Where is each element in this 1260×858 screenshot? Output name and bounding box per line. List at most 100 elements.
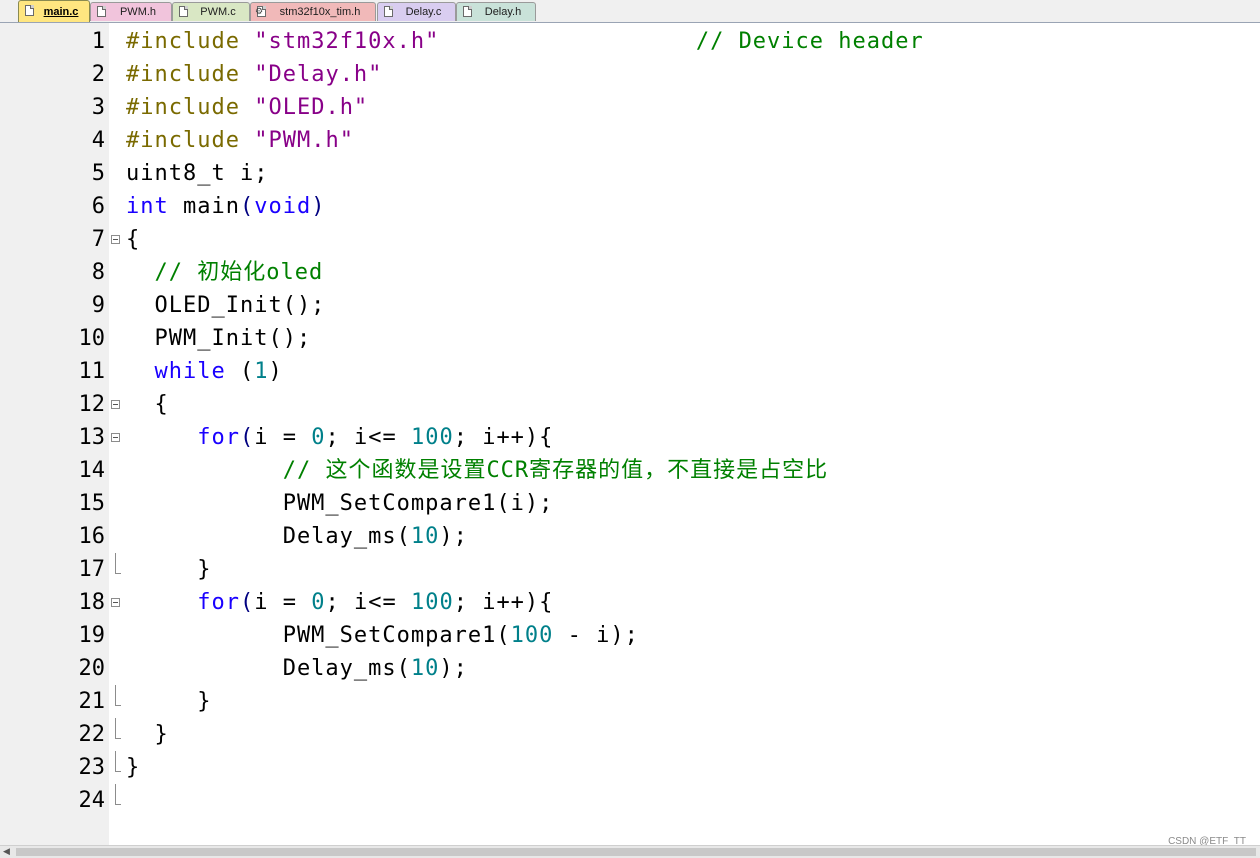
tab-main-c[interactable]: main.c bbox=[18, 0, 90, 22]
code-line[interactable]: 4 #include "PWM.h" bbox=[0, 124, 1260, 157]
code-text[interactable]: // 初始化oled bbox=[126, 256, 323, 289]
code-token: 0 bbox=[311, 425, 326, 450]
code-line[interactable]: 11 while (1) bbox=[0, 355, 1260, 388]
code-token: Delay_ms( bbox=[126, 656, 411, 681]
code-text[interactable]: for(i = 0; i<= 100; i++){ bbox=[126, 421, 553, 454]
scrollbar-thumb[interactable] bbox=[16, 848, 1256, 856]
code-text[interactable]: // 这个函数是设置CCR寄存器的值，不直接是占空比 bbox=[126, 454, 828, 487]
code-line[interactable]: 21 } bbox=[0, 685, 1260, 718]
code-line[interactable]: 20 Delay_ms(10); bbox=[0, 652, 1260, 685]
code-line[interactable]: 7{ bbox=[0, 223, 1260, 256]
fold-collapse-icon[interactable] bbox=[111, 400, 120, 409]
code-line[interactable]: 22 } bbox=[0, 718, 1260, 751]
line-number: 20 bbox=[78, 656, 106, 681]
code-line[interactable]: 6 int main(void) bbox=[0, 190, 1260, 223]
code-line[interactable]: 12 { bbox=[0, 388, 1260, 421]
code-line[interactable]: 9 OLED_Init(); bbox=[0, 289, 1260, 322]
code-line[interactable]: 5 uint8_t i; bbox=[0, 157, 1260, 190]
line-number: 2 bbox=[91, 62, 105, 87]
code-token: ); bbox=[439, 656, 468, 681]
code-token: { bbox=[126, 227, 141, 252]
code-token: #include bbox=[126, 29, 255, 54]
code-line[interactable]: 2 #include "Delay.h" bbox=[0, 58, 1260, 91]
code-line[interactable]: 16 Delay_ms(10); bbox=[0, 520, 1260, 553]
code-token: 100 bbox=[510, 623, 554, 648]
code-line[interactable]: 23} bbox=[0, 751, 1260, 784]
code-token: } bbox=[126, 557, 212, 582]
tab-pwm-c[interactable]: PWM.c bbox=[172, 2, 250, 21]
code-editor[interactable]: 1 #include "stm32f10x.h" // Device header… bbox=[0, 23, 1260, 845]
code-text[interactable]: #include "OLED.h" bbox=[126, 91, 368, 124]
line-number: 5 bbox=[91, 161, 105, 186]
code-token: ); bbox=[439, 524, 468, 549]
code-text[interactable]: { bbox=[126, 388, 169, 421]
code-token: i = bbox=[254, 590, 312, 615]
code-text[interactable]: Delay_ms(10); bbox=[126, 520, 468, 553]
fold-collapse-icon[interactable] bbox=[111, 235, 120, 244]
line-number: 17 bbox=[78, 557, 106, 582]
code-text[interactable]: } bbox=[126, 553, 211, 586]
code-line[interactable]: 24 bbox=[0, 784, 1260, 817]
code-token: 0 bbox=[311, 590, 326, 615]
line-number: 23 bbox=[78, 755, 106, 780]
fold-collapse-icon[interactable] bbox=[111, 433, 120, 442]
code-text[interactable]: } bbox=[126, 751, 140, 784]
horizontal-scrollbar[interactable]: ◀ bbox=[0, 845, 1260, 858]
code-token: ; i<= bbox=[325, 590, 411, 615]
code-token: ( bbox=[239, 194, 255, 219]
line-number: 13 bbox=[78, 425, 106, 450]
line-number: 15 bbox=[78, 491, 106, 516]
tab-delay-c[interactable]: Delay.c bbox=[377, 2, 456, 21]
code-text[interactable]: #include "stm32f10x.h" // Device header bbox=[126, 25, 924, 58]
code-line[interactable]: 17 } bbox=[0, 553, 1260, 586]
code-line[interactable]: 19 PWM_SetCompare1(100 - i); bbox=[0, 619, 1260, 652]
fold-end-marker-icon bbox=[115, 718, 121, 739]
code-text[interactable]: Delay_ms(10); bbox=[126, 652, 468, 685]
code-token: ( bbox=[239, 590, 255, 615]
code-token: ( bbox=[239, 425, 255, 450]
line-number: 1 bbox=[91, 29, 105, 54]
code-token: #include bbox=[126, 128, 255, 153]
tab-pwm-h[interactable]: PWM.h bbox=[90, 2, 172, 21]
code-text[interactable]: while (1) bbox=[126, 355, 283, 388]
tab-stm32f10x-tim-h[interactable]: stm32f10x_tim.h bbox=[250, 2, 376, 21]
code-token: i = bbox=[254, 425, 312, 450]
code-text[interactable]: int main(void) bbox=[126, 190, 325, 223]
code-line[interactable]: 3 #include "OLED.h" bbox=[0, 91, 1260, 124]
tab-label: Delay.c bbox=[405, 6, 442, 18]
code-text[interactable]: { bbox=[126, 223, 140, 256]
code-text[interactable]: #include "Delay.h" bbox=[126, 58, 382, 91]
code-text[interactable]: PWM_SetCompare1(100 - i); bbox=[126, 619, 639, 652]
code-token: } bbox=[126, 755, 141, 780]
line-number: 7 bbox=[91, 227, 105, 252]
code-text[interactable]: for(i = 0; i<= 100; i++){ bbox=[126, 586, 553, 619]
code-line[interactable]: 1 #include "stm32f10x.h" // Device header bbox=[0, 25, 1260, 58]
line-number: 14 bbox=[78, 458, 106, 483]
code-text[interactable]: PWM_Init(); bbox=[126, 322, 311, 355]
line-number: 4 bbox=[91, 128, 105, 153]
code-line[interactable]: 14 // 这个函数是设置CCR寄存器的值，不直接是占空比 bbox=[0, 454, 1260, 487]
code-token: "OLED.h" bbox=[254, 95, 369, 120]
code-text[interactable]: #include "PWM.h" bbox=[126, 124, 354, 157]
code-line[interactable]: 15 PWM_SetCompare1(i); bbox=[0, 487, 1260, 520]
code-line[interactable]: 18 for(i = 0; i<= 100; i++){ bbox=[0, 586, 1260, 619]
code-token: 100 bbox=[410, 425, 454, 450]
code-text[interactable]: OLED_Init(); bbox=[126, 289, 325, 322]
code-text[interactable]: } bbox=[126, 685, 211, 718]
code-text[interactable]: PWM_SetCompare1(i); bbox=[126, 487, 553, 520]
fold-end-marker-icon bbox=[115, 751, 121, 772]
code-text[interactable]: } bbox=[126, 718, 169, 751]
line-number: 8 bbox=[91, 260, 105, 285]
code-line[interactable]: 10 PWM_Init(); bbox=[0, 322, 1260, 355]
scroll-left-arrow-icon[interactable]: ◀ bbox=[3, 846, 10, 858]
code-token: Delay_ms( bbox=[126, 524, 411, 549]
fold-collapse-icon[interactable] bbox=[111, 598, 120, 607]
code-line[interactable]: 13 for(i = 0; i<= 100; i++){ bbox=[0, 421, 1260, 454]
tab-label: Delay.h bbox=[484, 6, 522, 18]
code-line[interactable]: 8 // 初始化oled bbox=[0, 256, 1260, 289]
tab-delay-h[interactable]: Delay.h bbox=[456, 2, 536, 21]
line-number: 21 bbox=[78, 689, 106, 714]
code-text[interactable]: uint8_t i; bbox=[126, 157, 268, 190]
